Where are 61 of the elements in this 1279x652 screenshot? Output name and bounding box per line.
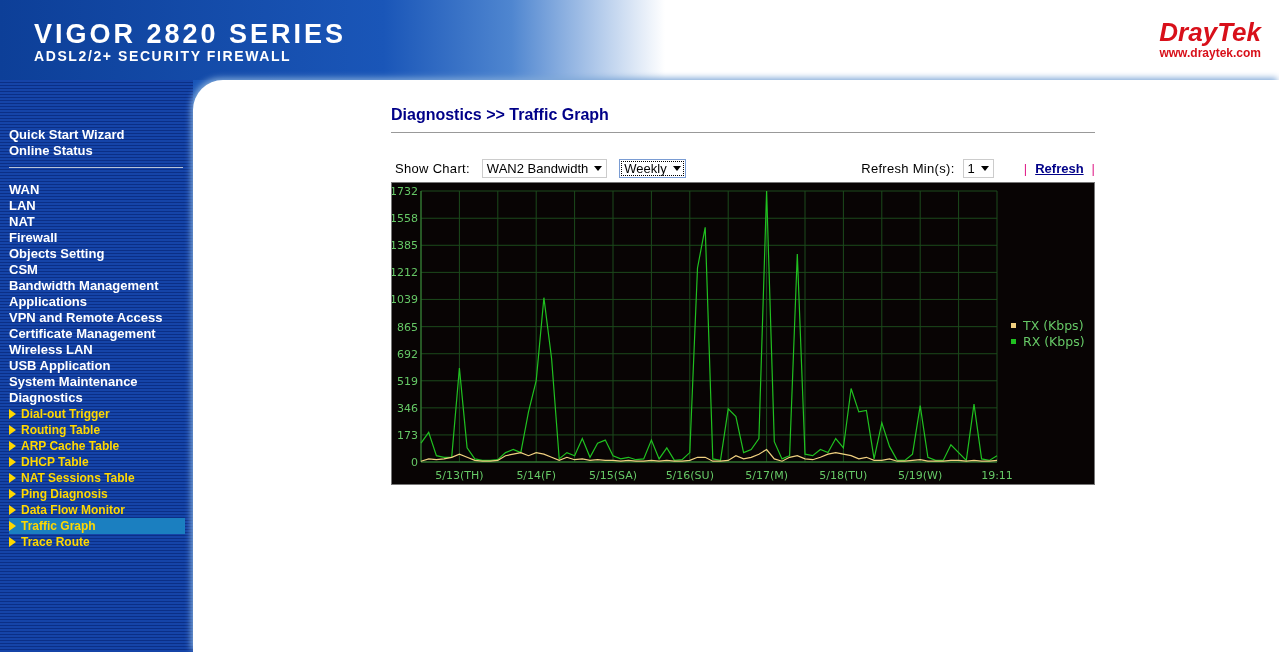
menu-item[interactable]: System Maintenance (0, 374, 138, 390)
submenu-item[interactable]: Data Flow Monitor (9, 502, 185, 518)
product-subtitle: ADSL2/2+ SECURITY FIREWALL (34, 48, 293, 64)
website-text: www.draytek.com (1159, 46, 1261, 60)
x-tick-label: 5/15(SA) (589, 469, 637, 482)
period-select[interactable]: Weekly (619, 158, 686, 178)
caret-icon (594, 165, 603, 171)
menu-item[interactable]: Online Status (0, 143, 93, 159)
y-tick-label: 865 (397, 320, 418, 334)
y-tick-label: 1385 (392, 239, 418, 253)
caret-icon (980, 165, 989, 171)
y-tick-label: 1558 (392, 212, 418, 226)
menu-item[interactable]: USB Application (0, 358, 111, 374)
menu-item[interactable]: LAN (0, 198, 36, 214)
menu-item[interactable]: CSM (0, 262, 38, 278)
refresh-interval-label: Refresh Min(s): (861, 160, 955, 176)
x-tick-label: 5/14(F) (516, 469, 556, 482)
submenu-item[interactable]: Dial-out Trigger (9, 406, 185, 422)
submenu-item[interactable]: ARP Cache Table (9, 438, 185, 454)
y-tick-label: 346 (397, 401, 418, 415)
y-tick-label: 0 (411, 456, 418, 469)
x-tick-label: 5/16(SU) (665, 469, 714, 482)
x-tick-label: 5/13(TH) (435, 469, 484, 482)
separator-text: | (1023, 160, 1028, 176)
y-tick-label: 173 (397, 428, 418, 442)
brand-logo: DrayTek (1159, 18, 1261, 46)
caret-icon (672, 165, 681, 171)
menu-item[interactable]: Applications (0, 294, 87, 310)
x-tick-label: 5/19(W) (898, 469, 943, 482)
menu-item[interactable]: WAN (0, 182, 40, 198)
menu-item[interactable]: Objects Setting (0, 246, 105, 262)
y-tick-label: 1732 (392, 185, 418, 198)
chart-select[interactable]: WAN2 Bandwidth (481, 158, 608, 178)
x-tick-label: 5/18(TU) (819, 469, 868, 482)
menu-item[interactable]: Diagnostics (0, 390, 83, 406)
refresh-link[interactable]: Refresh (1035, 160, 1084, 176)
submenu-item[interactable]: NAT Sessions Table (9, 470, 185, 486)
menu-item[interactable]: Bandwidth Management (0, 278, 159, 294)
separator-text: | (1091, 160, 1095, 176)
submenu-item[interactable]: Routing Table (9, 422, 185, 438)
y-tick-label: 692 (397, 347, 418, 361)
show-chart-label: Show Chart: (395, 160, 470, 176)
menu-item[interactable]: Wireless LAN (0, 342, 93, 358)
menu-item[interactable]: Firewall (0, 230, 58, 246)
y-tick-label: 1039 (392, 293, 418, 307)
menu-item[interactable]: Quick Start Wizard (0, 127, 125, 143)
submenu-item[interactable]: Ping Diagnosis (9, 486, 185, 502)
y-tick-label: 519 (397, 374, 418, 388)
legend-label: TX (Kbps) (1023, 318, 1084, 333)
y-tick-label: 1212 (392, 266, 418, 280)
menu-item[interactable]: VPN and Remote Access (0, 310, 163, 326)
menu-item[interactable]: NAT (0, 214, 35, 230)
x-tick-label: 19:11 (981, 469, 1013, 482)
submenu-item[interactable]: Trace Route (9, 534, 185, 550)
product-title: VIGOR 2820 SERIES (34, 20, 347, 48)
x-tick-label: 5/17(M) (745, 469, 788, 482)
refresh-interval-select[interactable]: 1 (962, 158, 994, 178)
menu-item[interactable]: Certificate Management (0, 326, 156, 342)
legend-label: RX (Kbps) (1023, 334, 1085, 349)
submenu-item[interactable]: DHCP Table (9, 454, 185, 470)
page-title: Diagnostics >> Traffic Graph (391, 105, 609, 125)
